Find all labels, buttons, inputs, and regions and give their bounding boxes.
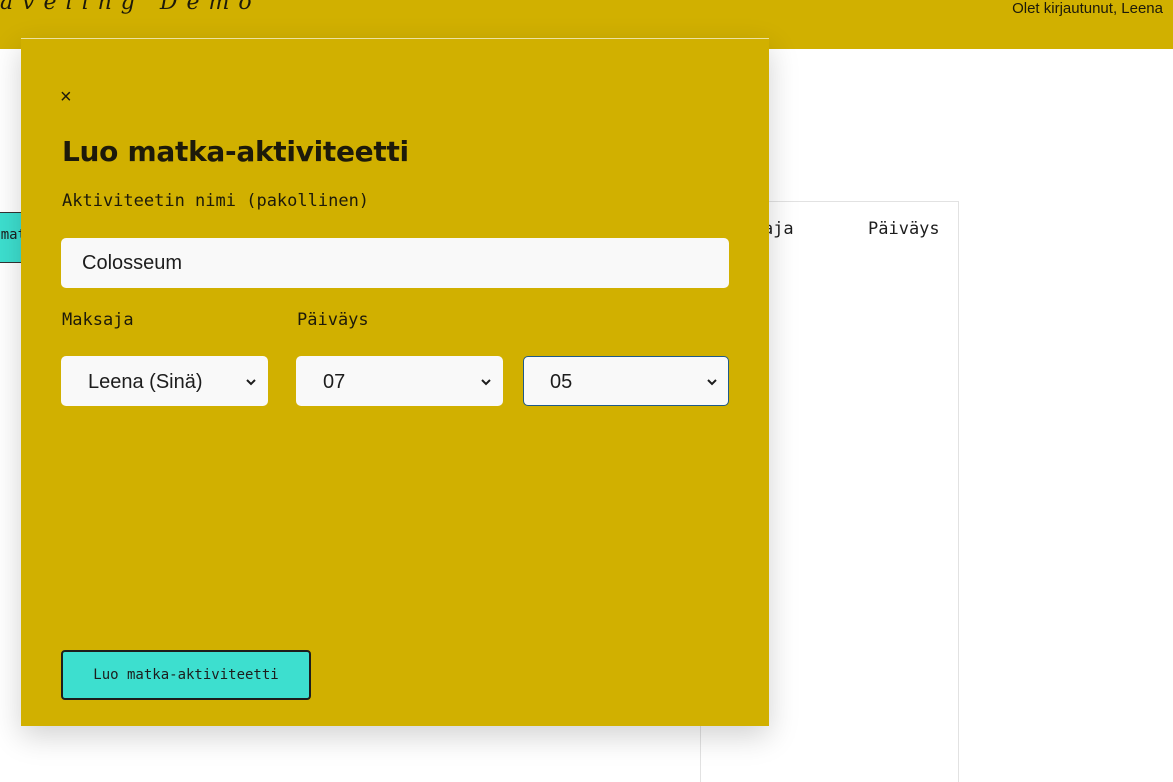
- payer-select-value: Leena (Sinä): [88, 371, 203, 393]
- activity-name-label: Aktiviteetin nimi (pakollinen): [62, 191, 370, 211]
- month-select[interactable]: 07: [296, 356, 503, 406]
- payer-label: Maksaja: [62, 310, 134, 330]
- create-activity-submit-button[interactable]: Luo matka-aktiviteetti: [61, 650, 311, 700]
- date-label: Päiväys: [297, 310, 369, 330]
- chevron-down-icon: [707, 379, 717, 386]
- create-activity-modal: × Luo matka-aktiviteetti Aktiviteetin ni…: [21, 38, 769, 726]
- month-select-value: 07: [323, 371, 346, 393]
- payer-select[interactable]: Leena (Sinä): [61, 356, 268, 406]
- login-status: Olet kirjautunut, Leena: [1012, 0, 1163, 17]
- table-header-date: Päiväys: [868, 219, 940, 239]
- close-icon[interactable]: ×: [60, 87, 72, 107]
- day-select-value: 05: [550, 371, 573, 393]
- chevron-down-icon: [246, 379, 256, 386]
- brand-logo-text[interactable]: aveling Demo: [0, 0, 261, 15]
- day-select[interactable]: 05: [523, 356, 729, 406]
- activity-name-input[interactable]: Colosseum: [61, 238, 729, 288]
- chevron-down-icon: [481, 379, 491, 386]
- modal-title: Luo matka-aktiviteetti: [62, 135, 409, 168]
